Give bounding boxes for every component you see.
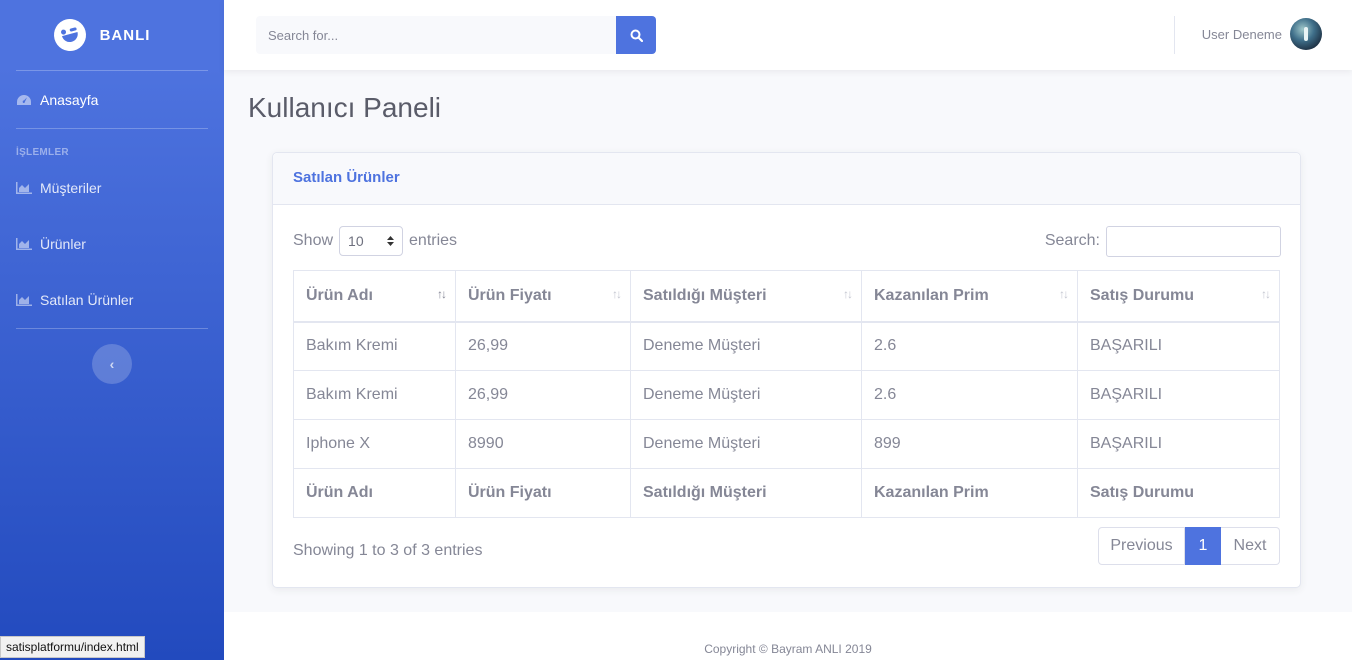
column-header[interactable]: Ürün Adı ↑↓ bbox=[293, 270, 456, 323]
sort-icon: ↑↓ bbox=[612, 287, 622, 301]
sidebar-toggle-button[interactable]: ‹ bbox=[92, 344, 132, 384]
table-row: Bakım Kremi 26,99 Deneme Müşteri 2.6 BAŞ… bbox=[293, 370, 1280, 420]
search-button[interactable] bbox=[616, 16, 656, 54]
chart-area-icon bbox=[16, 238, 32, 250]
column-footer: Ürün Adı bbox=[293, 468, 456, 518]
table-cell: 26,99 bbox=[455, 321, 631, 371]
table-search-input[interactable] bbox=[1106, 225, 1281, 257]
avatar bbox=[1290, 18, 1322, 50]
table-cell: BAŞARILI bbox=[1077, 370, 1280, 420]
search-label: Search: bbox=[1044, 232, 1100, 249]
chevron-left-icon: ‹ bbox=[109, 356, 115, 372]
column-header-label: Satıldığı Müşteri bbox=[643, 286, 767, 304]
table-info: Showing 1 to 3 of 3 entries bbox=[293, 542, 483, 559]
chart-area-icon bbox=[16, 182, 32, 194]
table-cell: 26,99 bbox=[455, 370, 631, 420]
sidebar-item-urunler[interactable]: Ürünler bbox=[0, 216, 224, 272]
sort-icon: ↑↓ bbox=[1261, 287, 1271, 301]
sidebar: BANLI Anasayfa İŞLEMLER Müşteriler Ürünl… bbox=[0, 0, 224, 660]
next-page-button[interactable]: Next bbox=[1221, 527, 1280, 565]
sidebar-item-anasayfa[interactable]: Anasayfa bbox=[0, 71, 224, 128]
table-filter: Search: bbox=[1044, 225, 1281, 257]
copyright-text: Copyright © Bayram ANLI 2019 bbox=[704, 642, 872, 656]
column-header[interactable]: Ürün Fiyatı ↑↓ bbox=[455, 270, 631, 323]
sort-arrows-icon bbox=[387, 236, 395, 246]
pagination: Previous 1 Next bbox=[1098, 527, 1280, 565]
chart-area-icon bbox=[16, 294, 32, 306]
table-header-row: Ürün Adı ↑↓ Ürün Fiyatı ↑↓ Satıldığı Müşte… bbox=[293, 270, 1280, 323]
table-row: Bakım Kremi 26,99 Deneme Müşteri 2.6 BAŞ… bbox=[293, 321, 1280, 371]
browser-status-url: satisplatformu/index.html bbox=[0, 636, 145, 658]
table-controls: Show 10 entries Search: bbox=[293, 225, 1281, 257]
sort-icon: ↑↓ bbox=[1059, 287, 1069, 301]
table-cell: 2.6 bbox=[861, 321, 1078, 371]
table-cell: BAŞARILI bbox=[1077, 419, 1280, 469]
table-cell: 2.6 bbox=[861, 370, 1078, 420]
page-length-select[interactable]: 10 bbox=[339, 226, 404, 256]
sales-table: Ürün Adı ↑↓ Ürün Fiyatı ↑↓ Satıldığı Müşte… bbox=[293, 270, 1280, 518]
table-cell: Deneme Müşteri bbox=[630, 419, 862, 469]
table-cell: Deneme Müşteri bbox=[630, 321, 862, 371]
sort-icon: ↑↓ bbox=[843, 287, 853, 301]
column-footer: Ürün Fiyatı bbox=[455, 468, 631, 518]
column-footer: Satıldığı Müşteri bbox=[630, 468, 862, 518]
column-header-label: Ürün Adı bbox=[306, 286, 373, 304]
sidebar-item-musteriler[interactable]: Müşteriler bbox=[0, 160, 224, 216]
column-footer: Satış Durumu bbox=[1077, 468, 1280, 518]
topbar-search bbox=[256, 16, 656, 54]
card-header: Satılan Ürünler bbox=[273, 153, 1300, 205]
table-row: Iphone X 8990 Deneme Müşteri 899 BAŞARIL… bbox=[293, 419, 1280, 469]
column-header[interactable]: Kazanılan Prim ↑↓ bbox=[861, 270, 1078, 323]
page-title: Kullanıcı Paneli bbox=[248, 92, 442, 123]
sidebar-heading: İŞLEMLER bbox=[16, 147, 69, 158]
topbar-divider bbox=[1174, 16, 1175, 54]
sidebar-toggle-wrap: ‹ bbox=[0, 329, 224, 384]
card-title: Satılan Ürünler bbox=[293, 169, 400, 186]
table-cell: Iphone X bbox=[293, 419, 456, 469]
sidebar-item-satilan-urunler[interactable]: Satılan Ürünler bbox=[0, 272, 224, 328]
sidebar-brand[interactable]: BANLI bbox=[0, 0, 224, 70]
gauge-icon bbox=[17, 94, 31, 105]
column-header-label: Kazanılan Prim bbox=[874, 286, 989, 304]
column-header[interactable]: Satış Durumu ↑↓ bbox=[1077, 270, 1280, 323]
topbar: User Deneme bbox=[224, 0, 1352, 70]
table-footer-row: Ürün Adı Ürün Fiyatı Satıldığı Müşteri K… bbox=[293, 468, 1280, 518]
entries-label: entries bbox=[409, 232, 458, 249]
brand-text: BANLI bbox=[99, 26, 151, 44]
table-cell: Deneme Müşteri bbox=[630, 370, 862, 420]
laugh-wink-icon bbox=[49, 15, 90, 55]
column-header[interactable]: Satıldığı Müşteri ↑↓ bbox=[630, 270, 862, 323]
footer: Copyright © Bayram ANLI 2019 bbox=[224, 612, 1352, 660]
page-length: Show 10 entries bbox=[293, 226, 457, 256]
sidebar-item-label: Müşteriler bbox=[40, 180, 102, 196]
column-header-label: Satış Durumu bbox=[1090, 286, 1195, 304]
sidebar-item-label: Satılan Ürünler bbox=[40, 292, 134, 308]
table-cell: Bakım Kremi bbox=[293, 370, 456, 420]
show-label: Show bbox=[293, 232, 334, 249]
user-dropdown[interactable]: User Deneme bbox=[1202, 18, 1322, 50]
sidebar-item-label: Ürünler bbox=[40, 236, 86, 252]
page-1-button[interactable]: 1 bbox=[1185, 527, 1221, 565]
search-input[interactable] bbox=[256, 16, 616, 54]
previous-page-button[interactable]: Previous bbox=[1098, 527, 1185, 565]
sort-asc-icon: ↑↓ bbox=[437, 287, 447, 301]
column-header-label: Ürün Fiyatı bbox=[468, 286, 552, 304]
search-icon bbox=[630, 29, 643, 42]
table-cell: BAŞARILI bbox=[1077, 321, 1280, 371]
column-footer: Kazanılan Prim bbox=[861, 468, 1078, 518]
table-cell: 899 bbox=[861, 419, 1078, 469]
page-length-value: 10 bbox=[348, 233, 364, 249]
sold-products-card: Satılan Ürünler Show 10 entries Search: … bbox=[272, 152, 1301, 588]
table-cell: 8990 bbox=[455, 419, 631, 469]
sidebar-item-label: Anasayfa bbox=[40, 91, 99, 108]
table-cell: Bakım Kremi bbox=[293, 321, 456, 371]
user-name: User Deneme bbox=[1201, 26, 1282, 42]
